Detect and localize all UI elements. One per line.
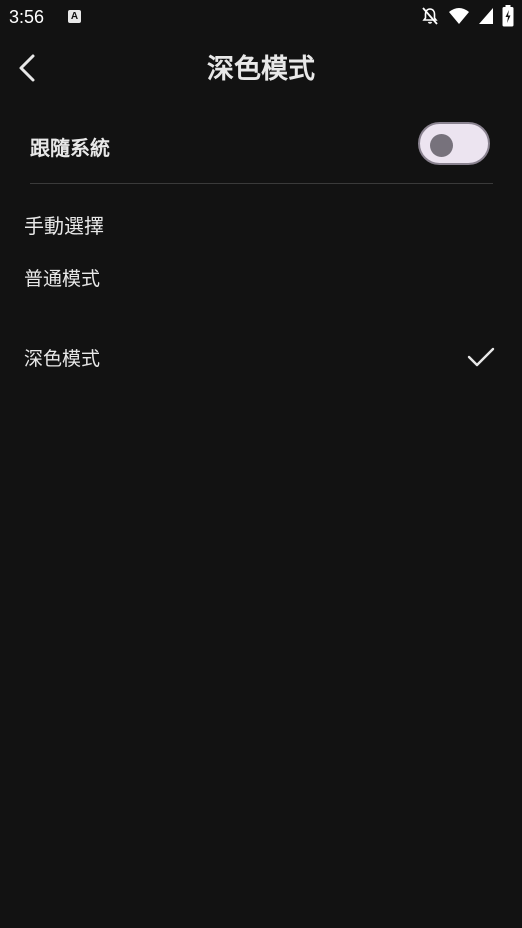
wifi-icon: [448, 7, 470, 29]
checkmark-icon: [466, 342, 496, 372]
notifications-off-icon: [420, 6, 440, 30]
option-label: 普通模式: [24, 268, 101, 290]
cell-signal-icon: [478, 7, 494, 29]
app-notification-icon: A: [68, 10, 81, 23]
page-title: 深色模式: [207, 54, 315, 85]
divider: [30, 183, 493, 184]
battery-charging-icon: [502, 5, 514, 31]
status-icons: [420, 5, 514, 31]
back-button[interactable]: [8, 50, 48, 90]
manual-selection-label: 手動選擇: [24, 214, 104, 238]
option-label: 深色模式: [24, 348, 101, 370]
follow-system-label: 跟隨系統: [30, 136, 110, 160]
chevron-left-icon: [16, 53, 40, 87]
option-normal-mode[interactable]: 普通模式: [0, 250, 522, 306]
dark-mode-settings-screen: 3:56 A 深色模式 跟隨系統 手動選擇 普通模式 深色模式: [0, 0, 522, 928]
option-dark-mode[interactable]: 深色模式: [0, 330, 522, 386]
toggle-thumb: [430, 134, 453, 157]
follow-system-row: 跟隨系統: [0, 118, 522, 174]
status-bar: 3:56 A: [0, 0, 522, 36]
follow-system-toggle[interactable]: [418, 122, 490, 165]
status-time: 3:56: [9, 7, 45, 27]
